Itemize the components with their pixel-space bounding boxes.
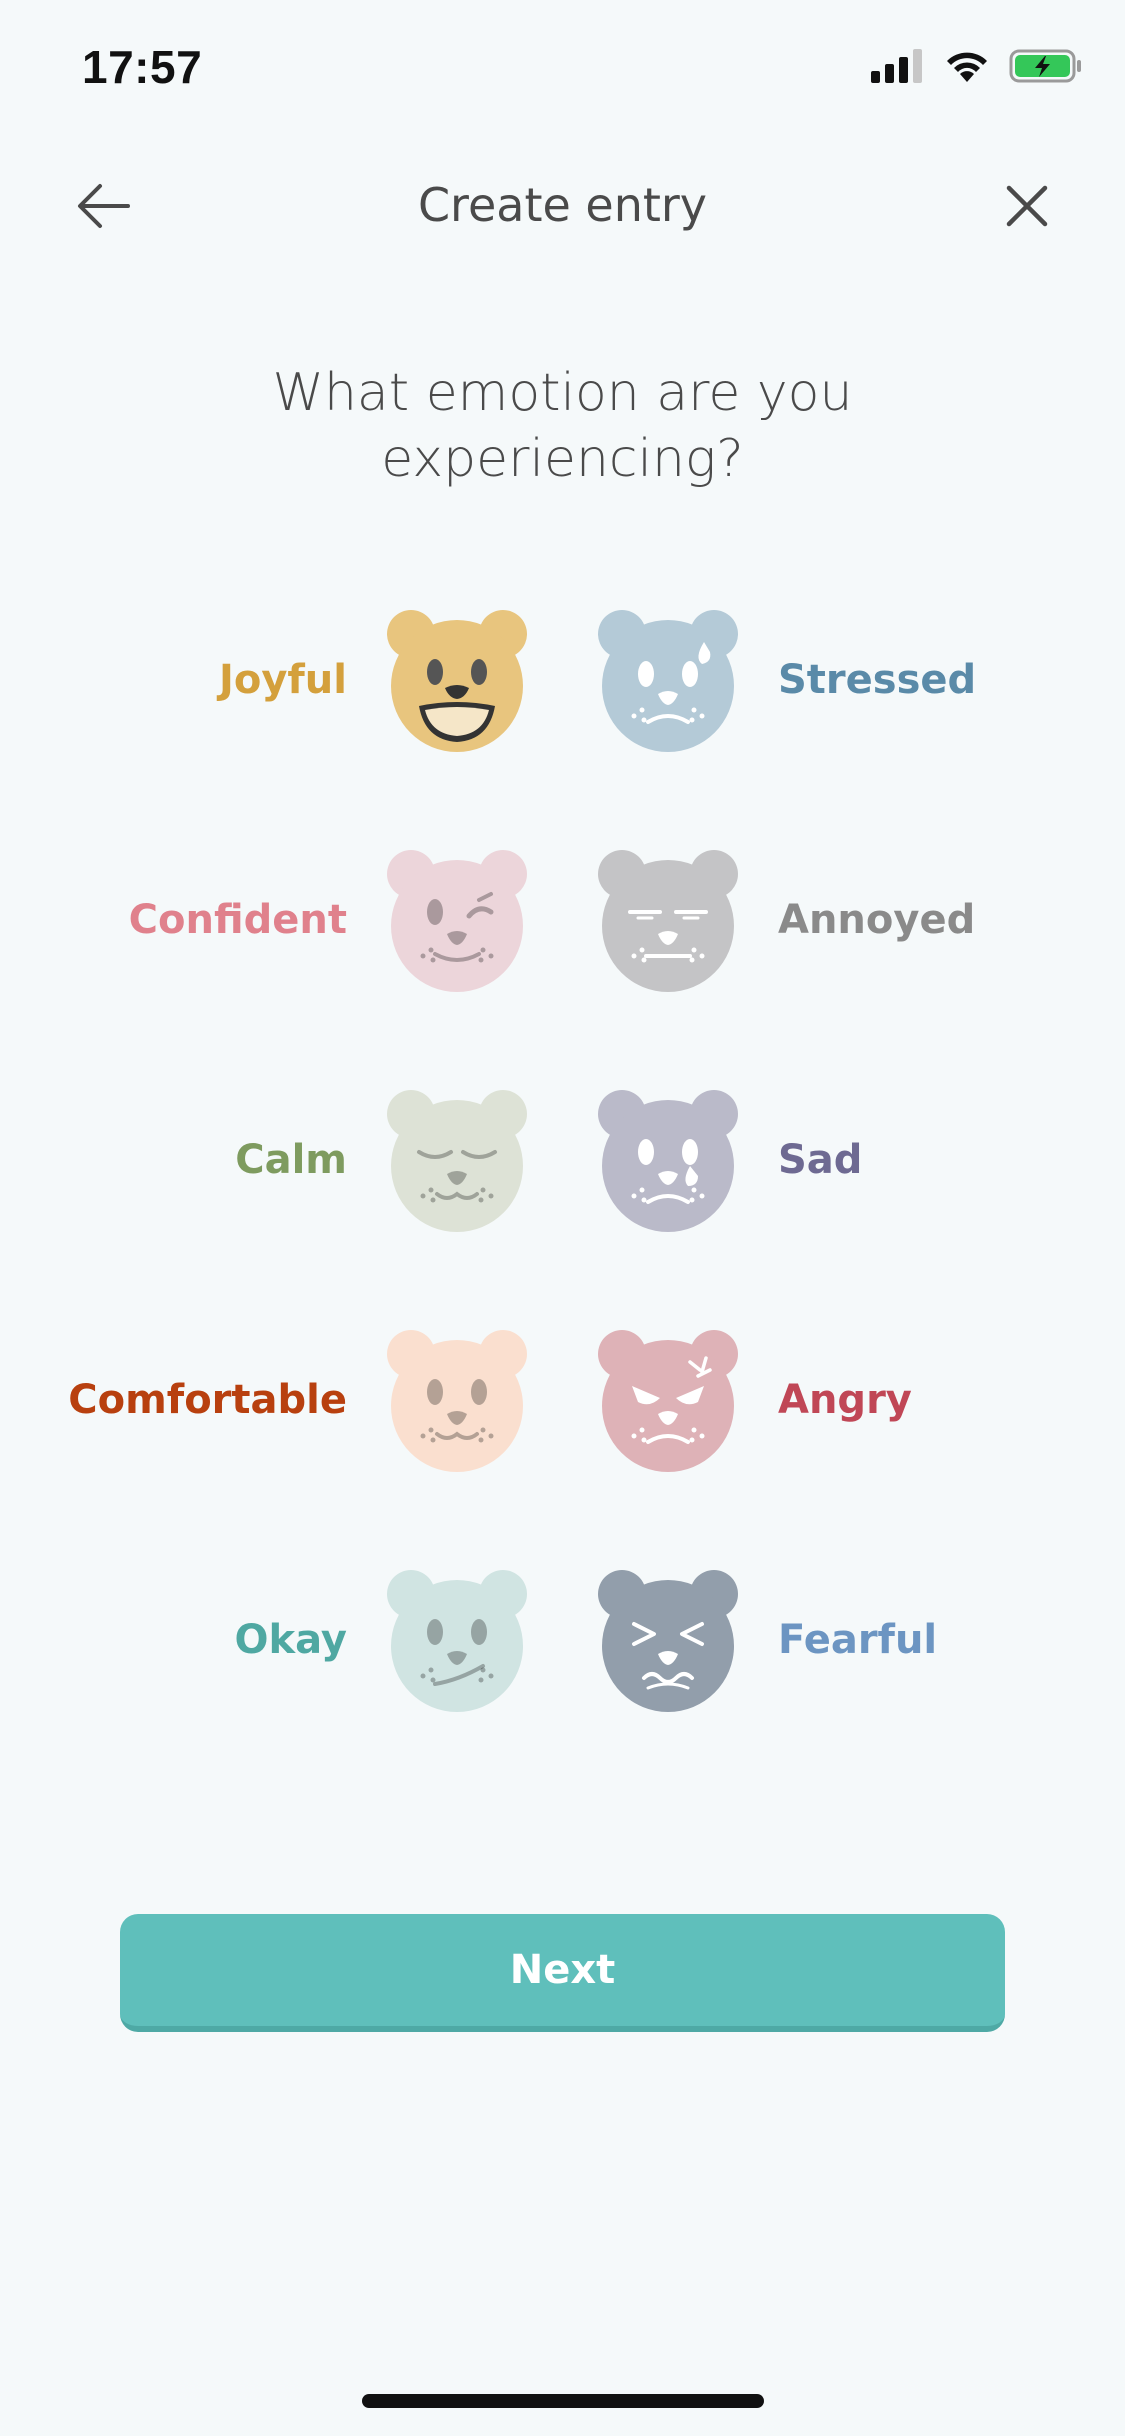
emotion-label-joyful: Joyful [218, 657, 347, 703]
emotion-label-angry: Angry [778, 1377, 912, 1423]
next-button[interactable]: Next [120, 1914, 1005, 2032]
emotion-option-joyful[interactable]: Joyful [219, 600, 535, 760]
emotion-option-annoyed[interactable]: Annoyed [590, 840, 975, 1000]
status-icons [871, 48, 1083, 84]
bear-joyful-icon [387, 610, 527, 752]
emotion-label-comfortable: Comfortable [68, 1377, 347, 1423]
emotion-option-calm[interactable]: Calm [235, 1080, 535, 1240]
emotion-label-okay: Okay [234, 1617, 347, 1663]
bear-neutral-icon [387, 1330, 527, 1472]
home-indicator [362, 2394, 764, 2408]
emotion-label-sad: Sad [778, 1137, 863, 1183]
header: Create entry [0, 160, 1125, 250]
bear-fearful-icon [598, 1570, 738, 1712]
emotion-option-confident[interactable]: Confident [129, 840, 535, 1000]
emotion-label-annoyed: Annoyed [778, 897, 976, 943]
emotion-option-okay[interactable]: Okay [235, 1560, 535, 1720]
battery-charging-icon [1009, 49, 1081, 83]
bear-annoyed-icon [598, 850, 738, 992]
emotion-label-fearful: Fearful [778, 1617, 938, 1663]
emotion-label-confident: Confident [128, 897, 347, 943]
next-button-label: Next [509, 1947, 616, 1993]
emotion-row: Confident Annoyed [0, 840, 1125, 1000]
emotion-row: Calm Sad [0, 1080, 1125, 1240]
close-icon[interactable] [997, 176, 1057, 236]
emotion-option-comfortable[interactable]: Comfortable [68, 1320, 535, 1480]
bear-stressed-icon [598, 610, 738, 752]
question-heading: What emotion are you experiencing? [272, 363, 853, 489]
status-time: 17:57 [82, 41, 203, 93]
emotion-row: Okay Fearful [0, 1560, 1125, 1720]
emotion-row: Comfortable Angry [0, 1320, 1125, 1480]
bear-sad-icon [598, 1090, 738, 1232]
bear-angry-icon [598, 1330, 738, 1472]
emotion-option-fearful[interactable]: Fearful [590, 1560, 937, 1720]
bear-wink-icon [387, 850, 527, 992]
emotion-row: Joyful Stressed [0, 600, 1125, 760]
emotion-label-calm: Calm [235, 1137, 347, 1183]
bear-okay-icon [387, 1570, 527, 1712]
emotion-option-angry[interactable]: Angry [590, 1320, 912, 1480]
bear-calm-icon [387, 1090, 527, 1232]
emotion-option-sad[interactable]: Sad [590, 1080, 862, 1240]
wifi-icon [947, 52, 987, 82]
signal-icon [871, 49, 922, 83]
status-bar: 17:57 [0, 0, 1125, 140]
page-title: Create entry [417, 178, 708, 232]
emotion-label-stressed: Stressed [778, 657, 977, 703]
emotion-option-stressed[interactable]: Stressed [590, 600, 976, 760]
